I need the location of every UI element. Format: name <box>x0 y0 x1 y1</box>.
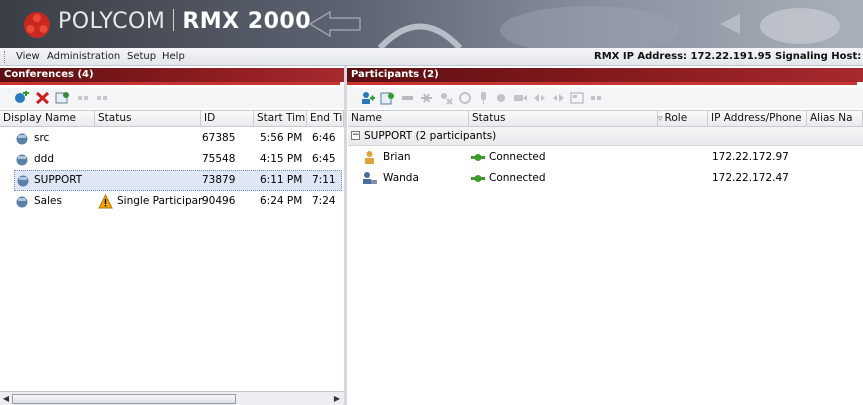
rmx-ip-address: RMX IP Address: 172.22.191.95 <box>594 51 772 62</box>
participant-status: Connected <box>489 172 546 184</box>
group-label: SUPPORT (2 participants) <box>364 130 497 142</box>
conferences-title-underline <box>0 82 340 85</box>
col-participant-name[interactable]: Name <box>348 111 469 126</box>
col-alias-name[interactable]: Alias Na <box>807 111 863 126</box>
conference-name: SUPPORT <box>34 174 83 186</box>
signaling-host: Signaling Host: 17 <box>775 51 863 62</box>
conferences-toolbar <box>0 88 344 108</box>
participant-row[interactable]: Wanda Connected 172.22.172.47 <box>348 168 863 189</box>
conference-start: 6:24 PM <box>260 195 303 207</box>
conference-end: 7:24 <box>312 195 336 207</box>
conference-name: Sales <box>34 195 62 207</box>
menu-bar: View Administration Setup Help RMX IP Ad… <box>0 48 863 66</box>
col-end-time[interactable]: End Ti <box>307 111 344 126</box>
speaker-icon[interactable] <box>494 91 509 105</box>
video-icon[interactable] <box>513 91 528 105</box>
conferences-grid-header: Display Name Status ID Start Tim End Ti <box>0 110 344 127</box>
filter-icon[interactable]: ▿ <box>658 114 663 124</box>
conference-id: 67385 <box>202 132 236 144</box>
participant-name: Wanda <box>383 172 419 184</box>
menu-help[interactable]: Help <box>162 51 185 62</box>
participant-ip-icon <box>363 172 377 184</box>
conference-icon <box>17 175 29 187</box>
conference-icon <box>16 133 28 145</box>
conference-icon <box>16 196 28 208</box>
participant-group-row[interactable]: − SUPPORT (2 participants) <box>348 127 863 146</box>
collapse-group-icon[interactable]: − <box>351 131 360 140</box>
audio-out-icon[interactable] <box>551 91 566 105</box>
delete-conference-icon[interactable] <box>35 91 50 105</box>
col-status[interactable]: Status <box>95 111 201 126</box>
conference-end: 7:11 <box>312 174 336 186</box>
more-actions-icon[interactable] <box>589 91 604 105</box>
conference-name: ddd <box>34 153 54 165</box>
conferences-pane-title: Conferences (4) <box>0 68 344 82</box>
participant-name: Brian <box>383 151 411 163</box>
conference-row[interactable]: src 67385 5:56 PM 6:46 <box>0 128 344 149</box>
brand-name: POLYCOM <box>58 9 166 34</box>
participant-ip: 172.22.172.97 <box>712 151 789 163</box>
participant-chairperson-icon <box>365 151 374 164</box>
conference-id: 90496 <box>202 195 236 207</box>
conference-row-selected[interactable]: SUPPORT 73879 6:11 PM 7:11 <box>14 170 342 191</box>
delete-participant-icon[interactable] <box>438 91 453 105</box>
disconnect-icon[interactable] <box>419 91 434 105</box>
layout-icon[interactable] <box>570 91 585 105</box>
brand-title: POLYCOM RMX 2000 <box>58 9 311 34</box>
menu-administration[interactable]: Administration <box>47 51 120 62</box>
conference-start: 6:11 PM <box>260 174 303 186</box>
conference-row[interactable]: ddd 75548 4:15 PM 6:45 <box>0 149 344 170</box>
participant-ip: 172.22.172.47 <box>712 172 789 184</box>
mute-audio-icon[interactable] <box>458 91 473 105</box>
conference-name: src <box>34 132 50 144</box>
audio-in-icon[interactable] <box>532 91 547 105</box>
col-start-time[interactable]: Start Tim <box>254 111 307 126</box>
pane-splitter[interactable] <box>344 66 347 405</box>
conferences-horizontal-scrollbar[interactable]: ◀ ▶ <box>0 391 344 405</box>
conference-start: 5:56 PM <box>260 132 303 144</box>
participants-title-underline <box>347 82 857 85</box>
participant-address-book-icon[interactable] <box>380 91 395 105</box>
col-participant-status[interactable]: Status <box>469 111 658 126</box>
col-role[interactable]: ▿ Role <box>658 111 708 126</box>
menu-setup[interactable]: Setup <box>127 51 156 62</box>
participants-toolbar <box>347 88 863 108</box>
col-display-name[interactable]: Display Name <box>0 111 95 126</box>
disabled-action-icon-2[interactable] <box>96 91 111 105</box>
microphone-icon[interactable] <box>476 91 491 105</box>
col-ip-address[interactable]: IP Address/Phone <box>708 111 807 126</box>
product-name: RMX 2000 <box>182 9 311 34</box>
conference-id: 73879 <box>202 174 236 186</box>
new-conference-icon[interactable] <box>14 91 29 105</box>
col-id[interactable]: ID <box>201 111 254 126</box>
disabled-action-icon[interactable] <box>77 91 92 105</box>
conference-end: 6:46 <box>312 132 336 144</box>
col-role-label: Role <box>664 112 688 124</box>
conference-start: 4:15 PM <box>260 153 303 165</box>
connected-icon <box>471 175 485 182</box>
conference-properties-icon[interactable] <box>55 91 70 105</box>
conference-end: 6:45 <box>312 153 336 165</box>
conference-status: Single Participan <box>117 195 203 207</box>
warning-icon <box>98 194 113 209</box>
conference-icon <box>16 154 28 166</box>
scroll-left-arrow-icon[interactable]: ◀ <box>1 394 11 404</box>
menu-grip <box>4 51 6 63</box>
add-participant-icon[interactable] <box>360 91 375 105</box>
participant-status: Connected <box>489 151 546 163</box>
conference-row[interactable]: Sales Single Participan 90496 6:24 PM 7:… <box>0 191 344 212</box>
scroll-thumb[interactable] <box>12 394 236 404</box>
participants-pane-title: Participants (2) <box>347 68 863 82</box>
conference-id: 75548 <box>202 153 236 165</box>
connected-icon <box>471 154 485 161</box>
header-decoration <box>308 6 840 48</box>
menu-view[interactable]: View <box>16 51 40 62</box>
scroll-right-arrow-icon[interactable]: ▶ <box>332 394 342 404</box>
polycom-logo-icon <box>24 12 50 38</box>
participant-row[interactable]: Brian Connected 172.22.172.97 <box>348 147 863 168</box>
connect-icon[interactable] <box>400 91 415 105</box>
participants-grid-header: Name Status ▿ Role IP Address/Phone Alias… <box>348 110 863 127</box>
app-header: POLYCOM RMX 2000 <box>0 0 863 48</box>
